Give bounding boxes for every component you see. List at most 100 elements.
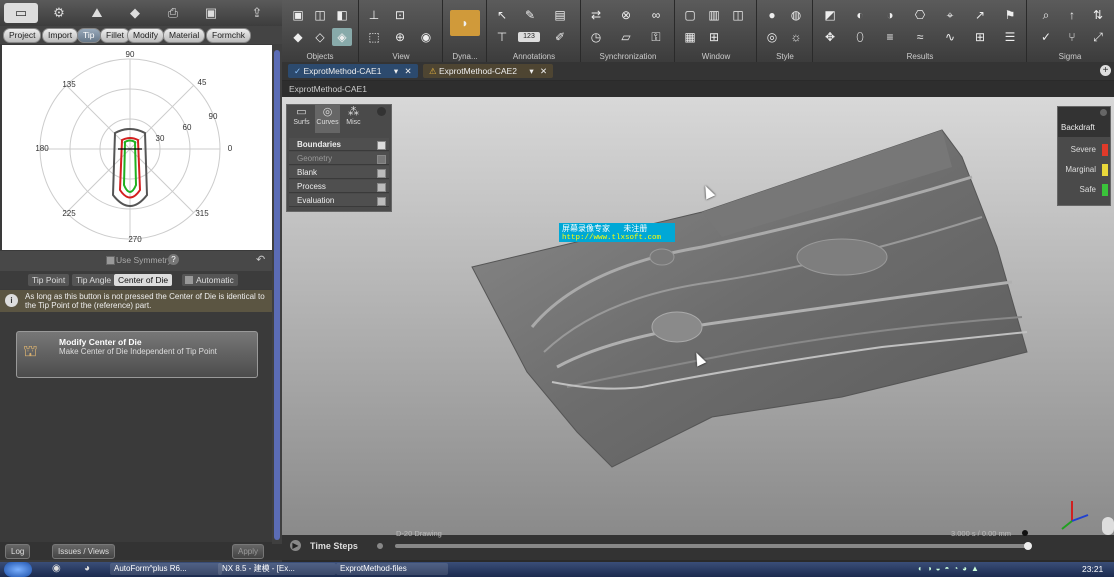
zoom-fit-icon[interactable]: ⊡ — [390, 6, 410, 24]
plane-icon[interactable]: ◆ — [288, 28, 308, 46]
split-icon[interactable]: ◧ — [332, 6, 352, 24]
legend-safe-label: Safe — [1079, 185, 1096, 194]
axes-icon[interactable]: ⊥ — [364, 6, 384, 24]
settings-icon[interactable]: ⚙ — [42, 3, 76, 23]
left-scrollbar[interactable] — [274, 50, 280, 540]
tab-dropdown-icon[interactable]: ▾ — [394, 66, 398, 76]
box-icon[interactable]: ▣ — [288, 6, 308, 24]
qq-icon[interactable]: ◕ — [84, 563, 90, 574]
results-move-icon[interactable]: ✥ — [820, 28, 840, 46]
tab-center-of-die[interactable]: Center of Die — [114, 274, 173, 286]
sigma-expand-icon[interactable]: ⤢ — [1088, 28, 1108, 46]
modify-center-of-die-button[interactable]: ⛫ Modify Center of Die Make Center of Di… — [16, 331, 258, 378]
annotation-value[interactable]: 123 — [518, 32, 540, 42]
printer-icon[interactable]: ⎙ — [156, 3, 190, 23]
time-slider-handle[interactable] — [1024, 542, 1032, 550]
undo-icon[interactable]: ↶ — [256, 253, 265, 266]
sigma-fork-icon[interactable]: ⑂ — [1062, 28, 1082, 46]
light-icon[interactable]: ☼ — [786, 28, 806, 46]
axis-triad-icon[interactable] — [1054, 497, 1094, 533]
modify-description: Make Center of Die Independent of Tip Po… — [59, 347, 217, 356]
tip-angle-polar-plot[interactable]: 90 45 0 315 270 225 180 135 30 60 90 — [2, 45, 272, 250]
angle-label-315: 315 — [195, 209, 209, 218]
row-process[interactable]: Process — [289, 180, 389, 193]
blank-checkbox[interactable] — [377, 169, 386, 178]
tab-tip[interactable]: Tip — [77, 28, 101, 43]
tab-tip-angle[interactable]: Tip Angle — [72, 274, 116, 286]
tab-modify[interactable]: Modify — [127, 28, 165, 43]
sphere-mesh-icon[interactable]: ◎ — [762, 28, 782, 46]
tab-surfs[interactable]: ▭ Surfs — [289, 105, 314, 133]
clock-icon[interactable]: ◷ — [586, 28, 606, 46]
task-autoform[interactable]: AutoForm^plus R6... — [110, 563, 222, 575]
tab-curves[interactable]: ◎ Curves — [315, 105, 340, 133]
tab-fillet[interactable]: Fillet — [100, 28, 130, 43]
shape-icon[interactable]: ◇ — [310, 28, 330, 46]
document-tabs: ✓ ExprotMethod-CAE1 ▾ ✕ ⚠ ExprotMethod-C… — [282, 62, 1114, 80]
surface-icon[interactable]: ◆ — [118, 3, 152, 23]
tab-close-icon[interactable]: ✕ — [404, 66, 411, 76]
orientation-widget[interactable] — [1102, 517, 1114, 535]
results-curve-icon[interactable]: ∿ — [940, 28, 960, 46]
time-slider-track[interactable] — [395, 544, 1031, 548]
start-button-icon[interactable] — [4, 562, 32, 577]
row-geometry[interactable]: Geometry — [289, 152, 389, 165]
tab-close-icon[interactable]: ✕ — [540, 66, 547, 76]
brush-icon[interactable]: ✐ — [550, 28, 570, 46]
dynamic-section-icon[interactable]: ◗ — [450, 10, 480, 36]
panel-pin-icon[interactable] — [377, 107, 386, 116]
automatic-button[interactable]: Automatic — [182, 274, 238, 286]
results-ellipse-icon[interactable]: ⬯ — [850, 28, 870, 46]
add-tab-icon[interactable]: + — [1100, 65, 1111, 76]
tab-import[interactable]: Import — [42, 28, 79, 43]
row-blank[interactable]: Blank — [289, 166, 389, 179]
monitor-icon[interactable]: ▣ — [194, 3, 228, 23]
window-grid-icon[interactable]: ⊞ — [704, 28, 724, 46]
tray-icons[interactable]: ◐◑◒◓◔◕▲ — [918, 564, 983, 573]
tab-project[interactable]: Project — [3, 28, 42, 43]
task-nx[interactable]: NX 8.5 - 建模 - [Ex... — [218, 563, 336, 575]
row-evaluation[interactable]: Evaluation — [289, 194, 389, 207]
slider-start-icon[interactable] — [377, 543, 383, 549]
results-grid-icon[interactable]: ⊞ — [970, 28, 990, 46]
sigma-check-icon[interactable]: ✓ — [1036, 28, 1056, 46]
tab-misc[interactable]: ⁂ Misc — [341, 105, 366, 133]
help-icon[interactable]: ? — [168, 254, 179, 265]
play-icon[interactable]: ▶ — [290, 540, 301, 551]
process-checkbox[interactable] — [377, 183, 386, 192]
log-button[interactable]: Log — [5, 544, 31, 559]
issues-views-button[interactable]: Issues / Views — [52, 544, 115, 559]
text-icon[interactable]: ⊤ — [492, 28, 512, 46]
results-lines-icon[interactable]: ≡ — [880, 28, 900, 46]
tool-icon[interactable]: ⛰ — [80, 3, 114, 23]
browser-icon[interactable]: ◉ — [52, 563, 61, 574]
doc-tab-cae2[interactable]: ⚠ ExprotMethod-CAE2 ▾ ✕ — [423, 64, 554, 78]
window-quad-icon[interactable]: ▦ — [680, 28, 700, 46]
camera-icon[interactable]: ◉ — [416, 28, 436, 46]
3d-viewport[interactable] — [282, 97, 1114, 535]
results-layer-icon[interactable]: ☰ — [1000, 28, 1020, 46]
sheet-icon[interactable]: ◫ — [310, 6, 330, 24]
tab-formchk[interactable]: Formchk — [206, 28, 252, 43]
task-files[interactable]: ExprotMethod-files — [336, 563, 448, 575]
cone-icon[interactable]: ◈ — [332, 28, 352, 46]
readout-dot-icon[interactable] — [1022, 530, 1028, 536]
results-zigzag-icon[interactable]: ≈ — [910, 28, 930, 46]
boundaries-checkbox[interactable] — [377, 141, 386, 150]
home-icon[interactable]: ▭ — [4, 3, 38, 23]
tab-dropdown-icon[interactable]: ▾ — [529, 66, 533, 76]
legend-close-icon[interactable] — [1100, 109, 1107, 116]
frame-icon[interactable]: ▱ — [616, 28, 636, 46]
tab-tip-point[interactable]: Tip Point — [28, 274, 70, 286]
evaluation-checkbox[interactable] — [377, 197, 386, 206]
lock-icon[interactable]: ⚿ — [646, 28, 666, 46]
apply-button[interactable]: Apply — [232, 544, 265, 559]
geometry-checkbox[interactable] — [377, 155, 386, 164]
tab-material[interactable]: Material — [163, 28, 206, 43]
row-boundaries[interactable]: Boundaries — [289, 138, 389, 151]
doc-tab-cae1[interactable]: ✓ ExprotMethod-CAE1 ▾ ✕ — [288, 64, 418, 78]
export-icon[interactable]: ⇪ — [240, 3, 274, 23]
view-cube-icon[interactable]: ⬚ — [364, 28, 384, 46]
zoom-icon[interactable]: ⊕ — [390, 28, 410, 46]
symmetry-checkbox[interactable] — [106, 256, 115, 265]
